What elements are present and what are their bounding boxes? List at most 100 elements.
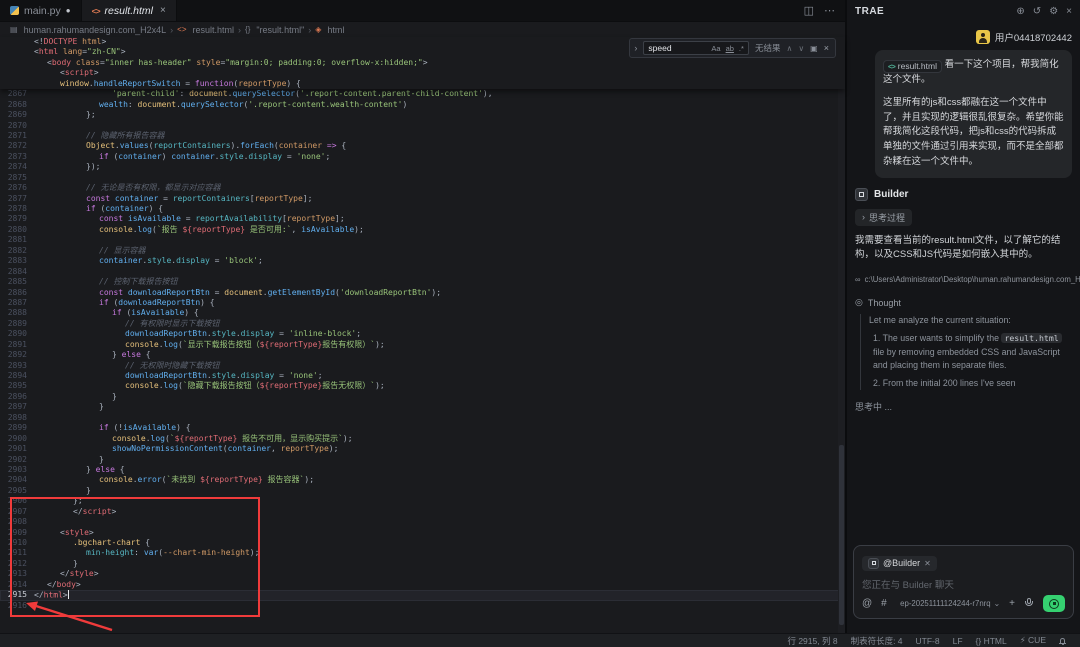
line-number[interactable]: 2877 bbox=[0, 194, 34, 204]
editor-scrollbar[interactable] bbox=[838, 37, 845, 633]
chat-input-box[interactable]: @Builder ✕ 您正在与 Builder 聊天 @ # ep-202511… bbox=[853, 545, 1074, 619]
eol-type[interactable]: LF bbox=[953, 636, 963, 646]
line-number[interactable]: 2885 bbox=[0, 277, 34, 287]
tab-result-html[interactable]: <> result.html × bbox=[82, 0, 177, 21]
builder-mention-chip[interactable]: @Builder ✕ bbox=[862, 556, 937, 571]
line-number[interactable]: 2868 bbox=[0, 100, 34, 110]
notifications-bell-icon[interactable] bbox=[1059, 637, 1066, 645]
breadcrumb-symbol[interactable]: "result.html" bbox=[256, 25, 304, 35]
line-number[interactable]: 2884 bbox=[0, 267, 34, 277]
user-row: 用户04418702442 bbox=[847, 22, 1080, 48]
cursor-position[interactable]: 行 2915, 列 8 bbox=[787, 635, 837, 647]
line-number[interactable]: 2901 bbox=[0, 444, 34, 454]
whole-word-icon[interactable]: ab bbox=[726, 44, 734, 53]
line-number[interactable]: 2905 bbox=[0, 486, 34, 496]
find-next-icon[interactable]: ∨ bbox=[798, 44, 804, 53]
line-number[interactable]: 2870 bbox=[0, 121, 34, 131]
trae-ai-panel: TRAE ⊕ ↺ ⚙ × 用户04418702442 <> result.htm… bbox=[847, 0, 1080, 633]
file-reference-chip[interactable]: <> result.html bbox=[883, 60, 942, 73]
cue-status[interactable]: ⚡ CUE bbox=[1020, 635, 1046, 646]
scrollbar-thumb[interactable] bbox=[839, 445, 844, 625]
code-line: 2873if (container) container.style.displ… bbox=[0, 152, 845, 162]
toggle-replace-icon[interactable]: › bbox=[634, 43, 637, 53]
settings-gear-icon[interactable]: ⚙ bbox=[1049, 6, 1058, 17]
close-panel-icon[interactable]: × bbox=[1066, 6, 1072, 17]
line-number[interactable]: 2869 bbox=[0, 110, 34, 120]
line-number[interactable]: 2895 bbox=[0, 381, 34, 391]
line-number[interactable]: 2879 bbox=[0, 214, 34, 224]
code-line: 2878if (container) { bbox=[0, 204, 845, 214]
remove-mention-icon[interactable]: ✕ bbox=[924, 559, 931, 568]
close-find-icon[interactable]: × bbox=[824, 43, 829, 53]
find-query[interactable]: speed bbox=[648, 43, 706, 53]
line-number[interactable]: 2896 bbox=[0, 392, 34, 402]
chat-placeholder[interactable]: 您正在与 Builder 聊天 bbox=[862, 577, 1065, 591]
microphone-icon[interactable] bbox=[1024, 598, 1034, 609]
more-actions-icon[interactable]: ⋯ bbox=[824, 4, 835, 17]
line-number[interactable]: 2893 bbox=[0, 361, 34, 371]
split-editor-icon[interactable]: ◫ bbox=[804, 4, 814, 17]
line-number[interactable]: 2899 bbox=[0, 423, 34, 433]
line-number[interactable]: 2882 bbox=[0, 246, 34, 256]
thinking-process-chip[interactable]: › 思考过程 bbox=[855, 209, 912, 226]
line-number[interactable]: 2878 bbox=[0, 204, 34, 214]
chat-toolbar: @ # ep-20251111124244-r7nrq ⌄ + bbox=[862, 595, 1065, 612]
breadcrumb-tag[interactable]: html bbox=[327, 25, 344, 35]
file-path[interactable]: c:\Users\Administrator\Desktop\human.rah… bbox=[865, 275, 1080, 284]
model-selector[interactable]: ep-20251111124244-r7nrq ⌄ bbox=[900, 599, 1000, 608]
line-number[interactable]: 2881 bbox=[0, 235, 34, 245]
code-line: 2868wealth: document.querySelector('.rep… bbox=[0, 100, 845, 110]
context-icon[interactable]: # bbox=[881, 598, 887, 609]
match-case-icon[interactable]: Aa bbox=[711, 44, 720, 53]
unsaved-dot-icon[interactable]: ● bbox=[66, 6, 71, 15]
find-in-selection-icon[interactable]: ▣ bbox=[810, 44, 818, 53]
line-number[interactable]: 2903 bbox=[0, 465, 34, 475]
line-number[interactable]: 2883 bbox=[0, 256, 34, 266]
find-widget: › speed Aa ab .* 无结果 ∧ ∨ ▣ × bbox=[629, 38, 836, 58]
breadcrumb-file[interactable]: result.html bbox=[193, 25, 235, 35]
code-line: 2902} bbox=[0, 455, 845, 465]
code-line: 2884 bbox=[0, 267, 845, 277]
line-number[interactable]: 2871 bbox=[0, 131, 34, 141]
line-number[interactable]: 2872 bbox=[0, 141, 34, 151]
line-number[interactable]: 2875 bbox=[0, 173, 34, 183]
line-number[interactable]: 2904 bbox=[0, 475, 34, 485]
language-mode[interactable]: {} HTML bbox=[976, 636, 1007, 646]
code-line: 2880console.log(`报告 ${reportType} 是否可用:`… bbox=[0, 225, 845, 235]
line-number[interactable]: 2888 bbox=[0, 308, 34, 318]
chip-label: result.html bbox=[898, 60, 937, 73]
new-chat-icon[interactable]: ⊕ bbox=[1016, 6, 1024, 17]
line-number[interactable]: 2900 bbox=[0, 434, 34, 444]
breadcrumb-project[interactable]: human.rahumandesign.com_H2x4L bbox=[24, 25, 167, 35]
stop-button[interactable] bbox=[1043, 595, 1065, 612]
line-number[interactable]: 2890 bbox=[0, 329, 34, 339]
line-number[interactable]: 2898 bbox=[0, 413, 34, 423]
line-number[interactable]: 2867 bbox=[0, 89, 34, 99]
line-number[interactable]: 2892 bbox=[0, 350, 34, 360]
line-number[interactable]: 2902 bbox=[0, 455, 34, 465]
thought-content: Let me analyze the current situation: 1.… bbox=[860, 314, 1072, 390]
line-number[interactable]: 2886 bbox=[0, 288, 34, 298]
file-link[interactable]: ∞ c:\Users\Administrator\Desktop\human.r… bbox=[847, 262, 1080, 288]
close-tab-icon[interactable]: × bbox=[160, 5, 166, 16]
tab-size[interactable]: 制表符长度: 4 bbox=[851, 635, 903, 647]
line-number[interactable]: 2874 bbox=[0, 162, 34, 172]
line-number[interactable]: 2894 bbox=[0, 371, 34, 381]
find-previous-icon[interactable]: ∧ bbox=[786, 44, 792, 53]
line-number[interactable]: 2889 bbox=[0, 319, 34, 329]
regex-icon[interactable]: .* bbox=[739, 44, 744, 53]
line-number[interactable]: 2897 bbox=[0, 402, 34, 412]
line-number[interactable]: 2891 bbox=[0, 340, 34, 350]
tab-main-py[interactable]: main.py ● bbox=[0, 0, 82, 21]
mention-icon[interactable]: @ bbox=[862, 598, 872, 609]
line-number[interactable]: 2887 bbox=[0, 298, 34, 308]
line-number[interactable]: 2880 bbox=[0, 225, 34, 235]
encoding[interactable]: UTF-8 bbox=[916, 636, 940, 646]
html-tag-icon: ◈ bbox=[315, 25, 321, 34]
line-number[interactable]: 2876 bbox=[0, 183, 34, 193]
line-number[interactable]: 2873 bbox=[0, 152, 34, 162]
find-input[interactable]: speed Aa ab .* bbox=[643, 41, 749, 55]
add-attachment-icon[interactable]: + bbox=[1009, 598, 1015, 609]
history-icon[interactable]: ↺ bbox=[1033, 6, 1041, 17]
panel-title: TRAE bbox=[855, 6, 884, 17]
